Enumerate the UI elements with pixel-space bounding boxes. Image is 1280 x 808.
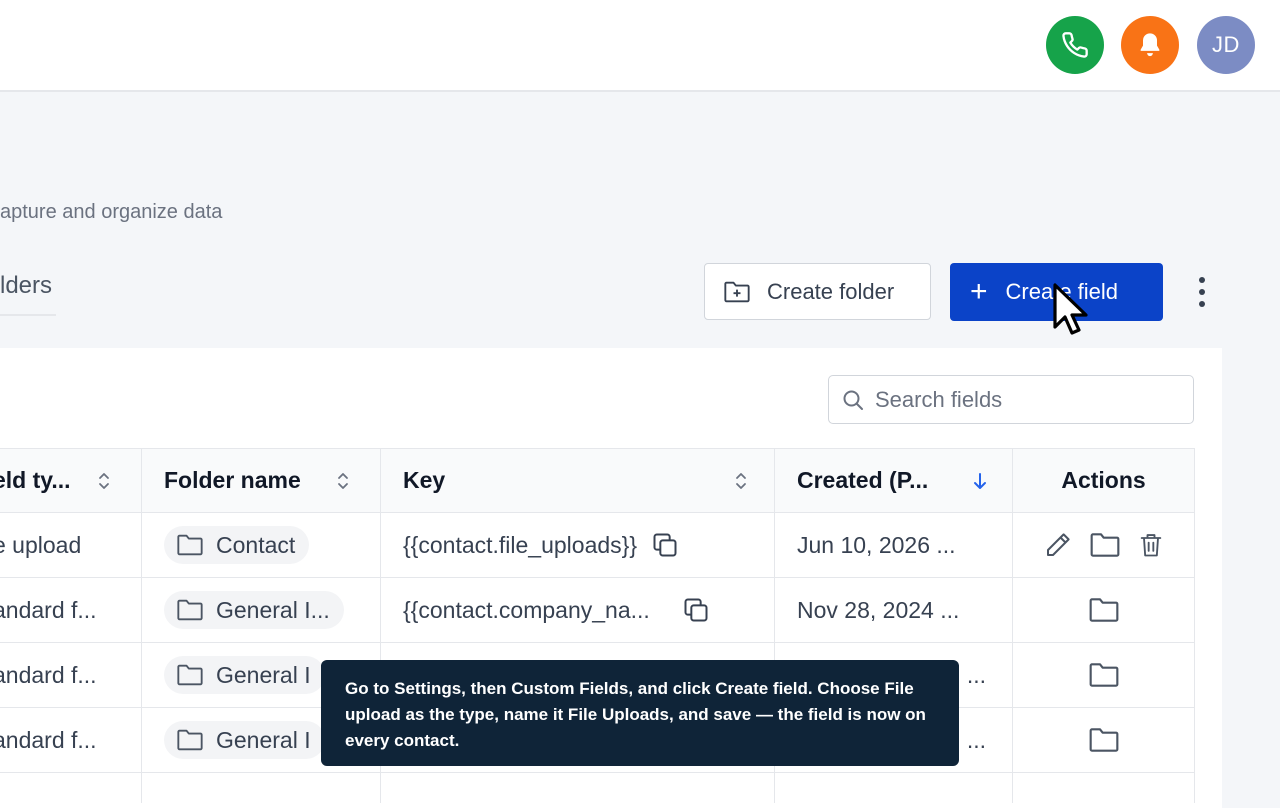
folder-icon: [176, 533, 204, 557]
folder-icon: [176, 598, 204, 622]
sort-icon[interactable]: [734, 471, 748, 491]
create-folder-button[interactable]: Create folder: [704, 263, 931, 320]
sort-icon[interactable]: [97, 471, 111, 491]
notifications-button[interactable]: [1121, 16, 1179, 74]
more-options-button[interactable]: [1190, 272, 1214, 312]
table-row[interactable]: andard f... General I... {{contact.compa…: [0, 578, 1195, 643]
plus-icon: +: [970, 275, 988, 308]
created-date: ...: [966, 661, 986, 688]
create-folder-label: Create folder: [767, 278, 895, 304]
pencil-icon[interactable]: [1043, 530, 1073, 560]
search-input[interactable]: [873, 385, 1177, 414]
page-subtitle: apture and organize data: [0, 201, 223, 223]
folder-plus-icon: [723, 279, 751, 305]
sort-icon[interactable]: [336, 471, 350, 491]
avatar[interactable]: JD: [1197, 16, 1255, 74]
folder-icon: [176, 663, 204, 687]
bell-icon: [1136, 31, 1164, 59]
column-header-folder-name[interactable]: Folder name: [142, 448, 381, 513]
folder-chip[interactable]: General I: [164, 656, 325, 694]
column-header-key[interactable]: Key: [381, 448, 775, 513]
top-bar: JD: [0, 0, 1280, 92]
created-date: Jun 10, 2026 ...: [797, 531, 956, 558]
more-dot-icon: [1199, 277, 1205, 283]
row-actions: [1043, 530, 1165, 560]
trash-icon[interactable]: [1137, 530, 1165, 560]
folder-icon: [176, 728, 204, 752]
column-header-created[interactable]: Created (P...: [775, 448, 1013, 513]
copy-icon[interactable]: [682, 596, 710, 624]
folder-chip[interactable]: Contact: [164, 526, 310, 564]
folder-chip[interactable]: General I...: [164, 591, 344, 629]
folder-name: General I: [216, 726, 311, 753]
folder-icon[interactable]: [1088, 661, 1120, 689]
more-dot-icon: [1199, 289, 1205, 295]
more-dot-icon: [1199, 301, 1205, 307]
phone-button[interactable]: [1046, 16, 1104, 74]
phone-icon: [1061, 31, 1089, 59]
field-type: andard f...: [0, 661, 97, 688]
folder-name: Contact: [216, 531, 296, 558]
tab-divider: [0, 314, 56, 316]
guide-tooltip: Go to Settings, then Custom Fields, and …: [321, 660, 959, 766]
field-key: {{contact.file_uploads}}: [403, 531, 638, 558]
field-key: {{contact.company_na...: [403, 596, 650, 623]
search-box[interactable]: [828, 375, 1194, 424]
copy-icon[interactable]: [651, 531, 679, 559]
field-type: andard f...: [0, 726, 97, 753]
column-header-field-type[interactable]: eld ty...: [0, 448, 142, 513]
field-type: e upload: [0, 531, 82, 558]
column-header-actions: Actions: [1013, 448, 1195, 513]
folder-name: General I...: [216, 596, 330, 623]
folder-chip[interactable]: General I: [164, 721, 325, 759]
tab-folders[interactable]: lders: [0, 272, 52, 300]
table-header: eld ty... Folder name Key Created (P... …: [0, 448, 1195, 513]
search-icon: [841, 388, 865, 412]
folder-icon[interactable]: [1088, 596, 1120, 624]
folder-name: General I: [216, 661, 311, 688]
sort-down-arrow-icon[interactable]: [972, 471, 988, 491]
folder-icon[interactable]: [1088, 726, 1120, 754]
created-date: ...: [966, 726, 986, 753]
mouse-cursor-icon: [1053, 283, 1093, 346]
folder-icon[interactable]: [1089, 531, 1121, 559]
table-row[interactable]: [0, 773, 1195, 803]
created-date: Nov 28, 2024 ...: [797, 596, 960, 623]
field-type: andard f...: [0, 596, 97, 623]
table-row[interactable]: e upload Contact {{contact.file_uploads}…: [0, 513, 1195, 578]
